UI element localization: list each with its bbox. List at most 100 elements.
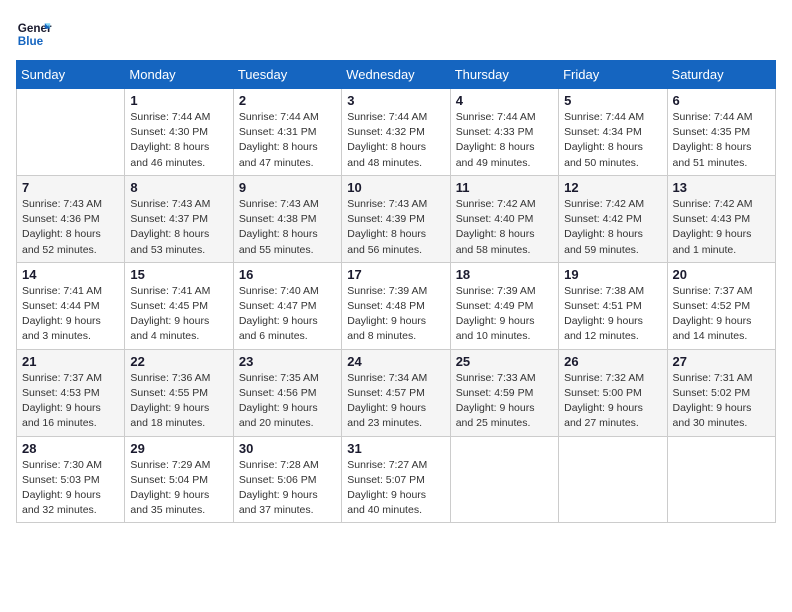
- day-number: 14: [22, 267, 119, 282]
- day-number: 29: [130, 441, 227, 456]
- day-info: Sunrise: 7:31 AMSunset: 5:02 PMDaylight:…: [673, 371, 770, 432]
- day-number: 30: [239, 441, 336, 456]
- calendar-cell: 23Sunrise: 7:35 AMSunset: 4:56 PMDayligh…: [233, 349, 341, 436]
- calendar-cell: 9 Sunrise: 7:43 AMSunset: 4:38 PMDaylight…: [233, 175, 341, 262]
- day-number: 31: [347, 441, 444, 456]
- day-info: Sunrise: 7:40 AMSunset: 4:47 PMDaylight:…: [239, 284, 336, 345]
- day-info: Sunrise: 7:30 AMSunset: 5:03 PMDaylight:…: [22, 458, 119, 519]
- day-number: 9: [239, 180, 336, 195]
- day-info: Sunrise: 7:29 AMSunset: 5:04 PMDaylight:…: [130, 458, 227, 519]
- logo-icon: General Blue: [16, 16, 52, 52]
- calendar-cell: 12Sunrise: 7:42 AMSunset: 4:42 PMDayligh…: [559, 175, 667, 262]
- day-number: 26: [564, 354, 661, 369]
- day-number: 4: [456, 93, 553, 108]
- calendar-cell: [667, 436, 775, 523]
- day-number: 24: [347, 354, 444, 369]
- calendar-cell: [559, 436, 667, 523]
- weekday-header-tuesday: Tuesday: [233, 61, 341, 89]
- calendar-cell: 17Sunrise: 7:39 AMSunset: 4:48 PMDayligh…: [342, 262, 450, 349]
- calendar-cell: [450, 436, 558, 523]
- calendar-cell: 10 Sunrise: 7:43 AMSunset: 4:39 PMDayligh…: [342, 175, 450, 262]
- calendar-cell: 22 Sunrise: 7:36 AMSunset: 4:55 PMDayligh…: [125, 349, 233, 436]
- calendar-table: SundayMondayTuesdayWednesdayThursdayFrid…: [16, 60, 776, 523]
- weekday-header-row: SundayMondayTuesdayWednesdayThursdayFrid…: [17, 61, 776, 89]
- calendar-cell: 18 Sunrise: 7:39 AMSunset: 4:49 PMDayligh…: [450, 262, 558, 349]
- day-info: Sunrise: 7:33 AMSunset: 4:59 PMDaylight:…: [456, 371, 553, 432]
- day-number: 18: [456, 267, 553, 282]
- day-info: Sunrise: 7:44 AMSunset: 4:33 PMDaylight:…: [456, 110, 553, 171]
- weekday-header-monday: Monday: [125, 61, 233, 89]
- calendar-cell: 28 Sunrise: 7:30 AMSunset: 5:03 PMDayligh…: [17, 436, 125, 523]
- calendar-cell: 21Sunrise: 7:37 AMSunset: 4:53 PMDayligh…: [17, 349, 125, 436]
- day-info: Sunrise: 7:43 AMSunset: 4:36 PMDaylight:…: [22, 197, 119, 258]
- day-number: 7: [22, 180, 119, 195]
- calendar-cell: 7 Sunrise: 7:43 AMSunset: 4:36 PMDaylight…: [17, 175, 125, 262]
- svg-text:Blue: Blue: [18, 35, 44, 48]
- day-info: Sunrise: 7:34 AMSunset: 4:57 PMDaylight:…: [347, 371, 444, 432]
- day-info: Sunrise: 7:44 AMSunset: 4:31 PMDaylight:…: [239, 110, 336, 171]
- calendar-cell: 11 Sunrise: 7:42 AMSunset: 4:40 PMDayligh…: [450, 175, 558, 262]
- day-number: 19: [564, 267, 661, 282]
- calendar-cell: 26 Sunrise: 7:32 AMSunset: 5:00 PMDayligh…: [559, 349, 667, 436]
- day-number: 10: [347, 180, 444, 195]
- day-number: 28: [22, 441, 119, 456]
- day-number: 27: [673, 354, 770, 369]
- day-info: Sunrise: 7:42 AMSunset: 4:40 PMDaylight:…: [456, 197, 553, 258]
- day-number: 25: [456, 354, 553, 369]
- calendar-cell: 24 Sunrise: 7:34 AMSunset: 4:57 PMDayligh…: [342, 349, 450, 436]
- calendar-week-row: 1 Sunrise: 7:44 AMSunset: 4:30 PMDaylight…: [17, 89, 776, 176]
- calendar-week-row: 7 Sunrise: 7:43 AMSunset: 4:36 PMDaylight…: [17, 175, 776, 262]
- day-info: Sunrise: 7:44 AMSunset: 4:30 PMDaylight:…: [130, 110, 227, 171]
- day-info: Sunrise: 7:36 AMSunset: 4:55 PMDaylight:…: [130, 371, 227, 432]
- day-info: Sunrise: 7:39 AMSunset: 4:49 PMDaylight:…: [456, 284, 553, 345]
- day-info: Sunrise: 7:39 AMSunset: 4:48 PMDaylight:…: [347, 284, 444, 345]
- day-info: Sunrise: 7:32 AMSunset: 5:00 PMDaylight:…: [564, 371, 661, 432]
- weekday-header-saturday: Saturday: [667, 61, 775, 89]
- page-header: General Blue: [16, 16, 776, 52]
- calendar-cell: 30 Sunrise: 7:28 AMSunset: 5:06 PMDayligh…: [233, 436, 341, 523]
- day-number: 3: [347, 93, 444, 108]
- day-info: Sunrise: 7:43 AMSunset: 4:37 PMDaylight:…: [130, 197, 227, 258]
- calendar-cell: 13Sunrise: 7:42 AMSunset: 4:43 PMDayligh…: [667, 175, 775, 262]
- day-info: Sunrise: 7:41 AMSunset: 4:44 PMDaylight:…: [22, 284, 119, 345]
- day-number: 5: [564, 93, 661, 108]
- day-info: Sunrise: 7:42 AMSunset: 4:43 PMDaylight:…: [673, 197, 770, 258]
- day-info: Sunrise: 7:27 AMSunset: 5:07 PMDaylight:…: [347, 458, 444, 519]
- calendar-cell: 16 Sunrise: 7:40 AMSunset: 4:47 PMDayligh…: [233, 262, 341, 349]
- day-info: Sunrise: 7:37 AMSunset: 4:53 PMDaylight:…: [22, 371, 119, 432]
- calendar-cell: 4 Sunrise: 7:44 AMSunset: 4:33 PMDaylight…: [450, 89, 558, 176]
- day-info: Sunrise: 7:43 AMSunset: 4:39 PMDaylight:…: [347, 197, 444, 258]
- day-number: 1: [130, 93, 227, 108]
- calendar-cell: 31 Sunrise: 7:27 AMSunset: 5:07 PMDayligh…: [342, 436, 450, 523]
- calendar-cell: 6 Sunrise: 7:44 AMSunset: 4:35 PMDaylight…: [667, 89, 775, 176]
- calendar-cell: 2 Sunrise: 7:44 AMSunset: 4:31 PMDaylight…: [233, 89, 341, 176]
- day-number: 16: [239, 267, 336, 282]
- day-info: Sunrise: 7:44 AMSunset: 4:35 PMDaylight:…: [673, 110, 770, 171]
- day-number: 12: [564, 180, 661, 195]
- day-info: Sunrise: 7:43 AMSunset: 4:38 PMDaylight:…: [239, 197, 336, 258]
- calendar-cell: 27 Sunrise: 7:31 AMSunset: 5:02 PMDayligh…: [667, 349, 775, 436]
- calendar-cell: 19Sunrise: 7:38 AMSunset: 4:51 PMDayligh…: [559, 262, 667, 349]
- calendar-cell: [17, 89, 125, 176]
- day-number: 15: [130, 267, 227, 282]
- day-info: Sunrise: 7:28 AMSunset: 5:06 PMDaylight:…: [239, 458, 336, 519]
- calendar-cell: 20Sunrise: 7:37 AMSunset: 4:52 PMDayligh…: [667, 262, 775, 349]
- day-info: Sunrise: 7:41 AMSunset: 4:45 PMDaylight:…: [130, 284, 227, 345]
- calendar-cell: 25 Sunrise: 7:33 AMSunset: 4:59 PMDayligh…: [450, 349, 558, 436]
- weekday-header-sunday: Sunday: [17, 61, 125, 89]
- calendar-week-row: 14 Sunrise: 7:41 AMSunset: 4:44 PMDayligh…: [17, 262, 776, 349]
- calendar-cell: 5Sunrise: 7:44 AMSunset: 4:34 PMDaylight…: [559, 89, 667, 176]
- day-number: 11: [456, 180, 553, 195]
- day-number: 22: [130, 354, 227, 369]
- day-number: 6: [673, 93, 770, 108]
- weekday-header-thursday: Thursday: [450, 61, 558, 89]
- calendar-cell: 3 Sunrise: 7:44 AMSunset: 4:32 PMDaylight…: [342, 89, 450, 176]
- day-info: Sunrise: 7:35 AMSunset: 4:56 PMDaylight:…: [239, 371, 336, 432]
- day-number: 8: [130, 180, 227, 195]
- calendar-cell: 8 Sunrise: 7:43 AMSunset: 4:37 PMDaylight…: [125, 175, 233, 262]
- logo: General Blue: [16, 16, 52, 52]
- weekday-header-friday: Friday: [559, 61, 667, 89]
- day-number: 2: [239, 93, 336, 108]
- day-number: 20: [673, 267, 770, 282]
- day-info: Sunrise: 7:44 AMSunset: 4:32 PMDaylight:…: [347, 110, 444, 171]
